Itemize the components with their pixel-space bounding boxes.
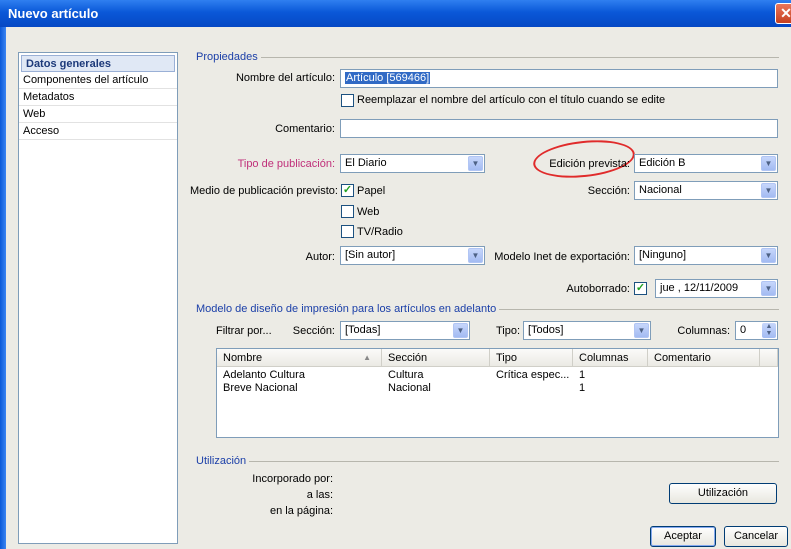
section-nav: Datos generales Componentes del artículo… [18, 52, 178, 544]
group-divider [196, 57, 779, 58]
web-label: Web [357, 206, 380, 218]
tvradio-label: TV/Radio [357, 226, 403, 238]
web-checkbox[interactable] [341, 205, 354, 218]
column-header-nombre[interactable]: Nombre ▲ [217, 349, 382, 367]
autoborrado-checkbox[interactable]: ✓ [634, 282, 647, 295]
chevron-down-icon[interactable]: ▼ [468, 248, 483, 263]
autor-select[interactable]: [Sin autor] ▼ [340, 246, 485, 265]
table-cell-tipo[interactable]: Crítica espec... [496, 369, 569, 381]
window-title: Nuevo artículo [8, 6, 99, 21]
filtro-tipo-label: Tipo: [495, 325, 520, 337]
edicion-prevista-label: Edición prevista: [549, 158, 630, 170]
edicion-prevista-select[interactable]: Edición B ▼ [634, 154, 778, 173]
alas-label: a las: [306, 489, 333, 501]
nombre-value: Artículo [569466] [345, 72, 431, 84]
group-title-modelo: Modelo de diseño de impresión para los a… [196, 303, 500, 315]
tvradio-checkbox[interactable] [341, 225, 354, 238]
column-header-comentario[interactable]: Comentario [648, 349, 760, 367]
filtro-seccion-value: [Todas] [345, 324, 381, 336]
nombre-label: Nombre del artículo: [235, 72, 335, 84]
edicion-prevista-value: Edición B [639, 157, 686, 169]
autoborrado-date-value: jue , 12/11/2009 [660, 282, 739, 294]
table-cell-seccion[interactable]: Nacional [388, 382, 431, 394]
papel-checkbox[interactable]: ✓ [341, 184, 354, 197]
seccion-label: Sección: [587, 185, 630, 197]
tipo-publicacion-select[interactable]: El Diario ▼ [340, 154, 485, 173]
medio-label: Medio de publicación previsto: [190, 185, 338, 197]
group-divider [196, 461, 779, 462]
modelo-inet-select[interactable]: [Ninguno] ▼ [634, 246, 778, 265]
nav-item-datos-generales[interactable]: Datos generales [21, 55, 175, 72]
close-button[interactable]: ✕ [775, 3, 791, 24]
chevron-down-icon[interactable]: ▼ [453, 323, 468, 338]
en-la-pagina-label: en la página: [270, 505, 333, 517]
columnas-label: Columnas: [677, 325, 730, 337]
chevron-down-icon[interactable]: ▼ [761, 281, 776, 296]
seccion-value: Nacional [639, 184, 682, 196]
autoborrado-date-picker[interactable]: jue , 12/11/2009 ▼ [655, 279, 778, 298]
cancelar-button[interactable]: Cancelar [724, 526, 788, 547]
nav-item-acceso[interactable]: Acceso [19, 123, 177, 140]
tipo-publicacion-label: Tipo de publicación: [237, 158, 335, 170]
aceptar-button[interactable]: Aceptar [650, 526, 716, 547]
papel-label: Papel [357, 185, 386, 197]
filtro-tipo-select[interactable]: [Todos] ▼ [523, 321, 651, 340]
spinner-arrows-icon[interactable]: ▲ ▼ [762, 323, 776, 338]
table-cell-nombre[interactable]: Adelanto Cultura [223, 369, 305, 381]
table-cell-seccion[interactable]: Cultura [388, 369, 423, 381]
modelo-inet-label: Modelo Inet de exportación: [494, 251, 630, 263]
sort-asc-icon: ▲ [363, 353, 371, 362]
reemplazar-label: Reemplazar el nombre del artículo con el… [357, 94, 666, 106]
modelo-inet-value: [Ninguno] [639, 249, 687, 261]
chevron-down-icon[interactable]: ▼ [761, 248, 776, 263]
group-title-propiedades: Propiedades [196, 51, 261, 63]
column-header-filler [760, 349, 778, 367]
autoborrado-label: Autoborrado: [566, 283, 630, 295]
utilizacion-button[interactable]: Utilización [669, 483, 777, 504]
column-header-tipo[interactable]: Tipo [490, 349, 573, 367]
nombre-input[interactable]: Artículo [569466] [340, 69, 778, 88]
seccion-select[interactable]: Nacional ▼ [634, 181, 778, 200]
autor-value: [Sin autor] [345, 249, 396, 261]
filtro-seccion-select[interactable]: [Todas] ▼ [340, 321, 470, 340]
incorporado-label: Incorporado por: [252, 473, 333, 485]
nav-item-web[interactable]: Web [19, 106, 177, 123]
title-bar: Nuevo artículo ✕ [0, 0, 791, 27]
nav-item-componentes[interactable]: Componentes del artículo [19, 72, 177, 89]
nav-item-metadatos[interactable]: Metadatos [19, 89, 177, 106]
table-cell-columnas[interactable]: 1 [579, 382, 585, 394]
columnas-spinner[interactable]: 0 ▲ ▼ [735, 321, 778, 340]
autor-label: Autor: [305, 251, 335, 263]
chevron-down-icon[interactable]: ▼ [634, 323, 649, 338]
table-cell-nombre[interactable]: Breve Nacional [223, 382, 298, 394]
chevron-down-icon[interactable]: ▼ [761, 183, 776, 198]
comentario-label: Comentario: [275, 123, 335, 135]
filtro-tipo-value: [Todos] [528, 324, 564, 336]
reemplazar-checkbox[interactable] [341, 94, 354, 107]
tipo-publicacion-value: El Diario [345, 157, 387, 169]
column-header-seccion[interactable]: Sección [382, 349, 490, 367]
filtro-seccion-label: Sección: [292, 325, 335, 337]
filtrar-label: Filtrar por... [216, 325, 272, 337]
chevron-down-icon[interactable]: ▼ [761, 156, 776, 171]
comentario-input[interactable] [340, 119, 778, 138]
chevron-down-icon[interactable]: ▼ [468, 156, 483, 171]
column-header-columnas[interactable]: Columnas [573, 349, 648, 367]
modelos-table: Nombre ▲ Sección Tipo Columnas Comentario… [216, 348, 779, 438]
table-cell-columnas[interactable]: 1 [579, 369, 585, 381]
group-title-utilizacion: Utilización [196, 455, 250, 467]
